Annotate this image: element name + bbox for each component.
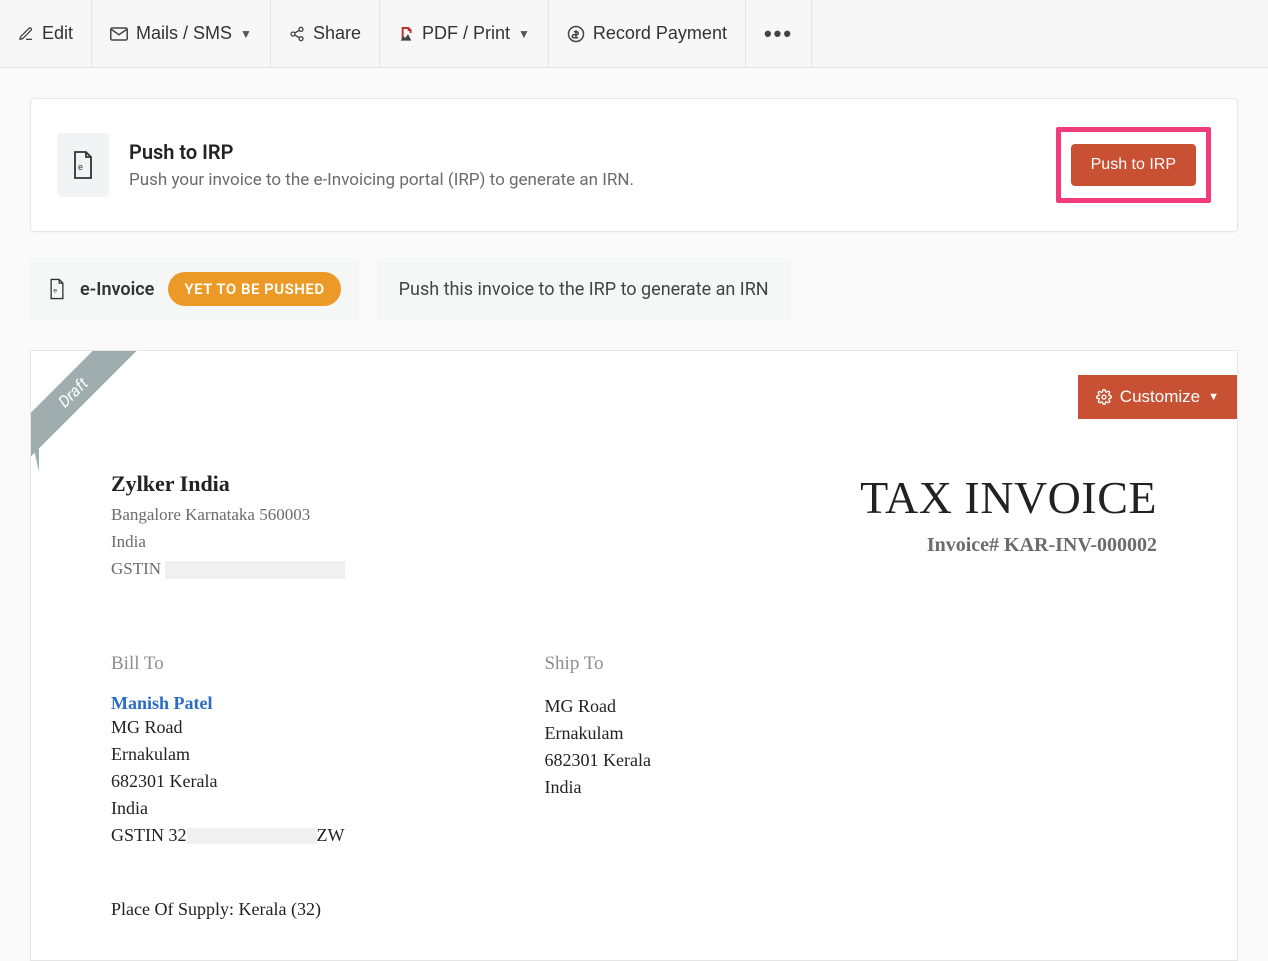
mails-label: Mails / SMS [136,23,232,44]
ship-line: India [544,774,650,801]
company-block: Zylker India Bangalore Karnataka 560003 … [111,471,345,583]
gstin-prefix: GSTIN 32 [111,825,187,845]
record-payment-label: Record Payment [593,23,727,44]
chevron-down-icon: ▼ [240,27,252,41]
edit-button[interactable]: Edit [0,0,92,68]
push-irp-panel: e Push to IRP Push your invoice to the e… [30,98,1238,232]
customer-name-link[interactable]: Manish Patel [111,693,344,714]
svg-text:e: e [53,288,57,295]
chevron-down-icon: ▼ [1208,391,1219,403]
record-payment-button[interactable]: Record Payment [549,0,746,68]
einvoice-label: e-Invoice [80,279,154,300]
customize-button[interactable]: Customize ▼ [1078,375,1237,419]
pdf-icon [398,25,414,43]
share-icon [289,26,305,42]
pdf-print-button[interactable]: PDF / Print ▼ [380,0,549,68]
bill-gstin: GSTIN 32 ZW [111,822,344,849]
customize-label: Customize [1120,387,1200,407]
company-name: Zylker India [111,471,345,497]
mail-icon [110,27,128,41]
bill-line: 682301 Kerala [111,768,344,795]
highlight-ring: Push to IRP [1056,127,1211,203]
edit-label: Edit [42,23,73,44]
more-actions-button[interactable]: ••• [746,0,812,68]
einvoice-status-left: e e-Invoice YET TO BE PUSHED [30,258,359,320]
place-of-supply: Place Of Supply: Kerala (32) [111,899,1157,920]
push-to-irp-button[interactable]: Push to IRP [1071,144,1196,186]
bill-line: India [111,795,344,822]
bill-to-heading: Bill To [111,653,344,675]
redacted-gstin [165,561,345,579]
chevron-down-icon: ▼ [518,27,530,41]
gear-icon [1096,389,1112,405]
currency-icon [567,25,585,43]
bill-line: MG Road [111,714,344,741]
ship-line: 682301 Kerala [544,747,650,774]
gstin-suffix: ZW [317,825,345,845]
einvoice-status-badge: YET TO BE PUSHED [168,272,340,306]
svg-text:e: e [78,162,83,172]
company-gstin: GSTIN [111,555,345,582]
bill-line: Ernakulam [111,741,344,768]
gstin-label: GSTIN [111,559,161,578]
einvoice-status-bar: e e-Invoice YET TO BE PUSHED Push this i… [30,258,791,320]
company-country: India [111,528,345,555]
share-button[interactable]: Share [271,0,380,68]
bill-to-block: Bill To Manish Patel MG Road Ernakulam 6… [111,653,344,849]
push-title: Push to IRP [129,140,1036,164]
einvoice-doc-icon: e [57,133,109,197]
share-label: Share [313,23,361,44]
pencil-icon [18,26,34,42]
ship-line: MG Road [544,693,650,720]
invoice-document: Draft Customize ▼ Zylker India Bangalore… [30,350,1238,961]
doc-title: TAX INVOICE [860,471,1157,524]
einvoice-hint: Push this invoice to the IRP to generate… [377,258,791,320]
ship-line: Ernakulam [544,720,650,747]
push-desc: Push your invoice to the e-Invoicing por… [129,170,1036,190]
more-icon: ••• [764,21,793,47]
doc-title-block: TAX INVOICE Invoice# KAR-INV-000002 [860,471,1157,557]
action-toolbar: Edit Mails / SMS ▼ Share PDF / Print ▼ R… [0,0,1268,68]
ship-to-heading: Ship To [544,653,650,675]
draft-ribbon: Draft [31,351,151,471]
redacted-gstin-mid [187,828,317,844]
pdf-label: PDF / Print [422,23,510,44]
invoice-number: Invoice# KAR-INV-000002 [860,534,1157,557]
draft-label: Draft [31,351,148,467]
company-address: Bangalore Karnataka 560003 [111,501,345,528]
mails-sms-button[interactable]: Mails / SMS ▼ [92,0,271,68]
einvoice-doc-icon: e [48,278,66,300]
ship-to-block: Ship To MG Road Ernakulam 682301 Kerala … [544,653,650,849]
